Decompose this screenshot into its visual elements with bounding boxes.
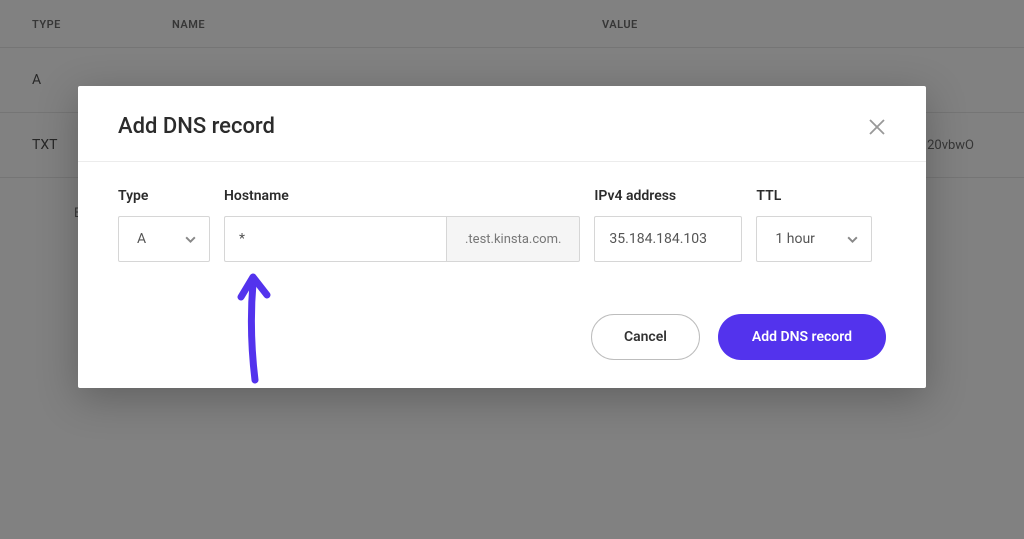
type-label: Type xyxy=(118,188,210,204)
add-record-button[interactable]: Add DNS record xyxy=(718,314,886,360)
hostname-label: Hostname xyxy=(224,188,580,204)
ipv4-input[interactable] xyxy=(594,216,742,262)
modal-title: Add DNS record xyxy=(118,114,275,139)
ttl-value: 1 hour xyxy=(775,231,815,247)
chevron-down-icon xyxy=(184,233,197,246)
add-dns-record-modal: Add DNS record Type A Hostname .test.kin… xyxy=(78,86,926,388)
close-icon[interactable] xyxy=(868,118,886,136)
ipv4-label: IPv4 address xyxy=(594,188,742,204)
hostname-input[interactable] xyxy=(224,216,446,262)
ttl-select[interactable]: 1 hour xyxy=(756,216,872,262)
hostname-suffix: .test.kinsta.com. xyxy=(446,216,580,262)
type-select[interactable]: A xyxy=(118,216,210,262)
type-value: A xyxy=(137,231,146,247)
ttl-label: TTL xyxy=(756,188,872,204)
cancel-button[interactable]: Cancel xyxy=(591,314,700,360)
chevron-down-icon xyxy=(846,233,859,246)
